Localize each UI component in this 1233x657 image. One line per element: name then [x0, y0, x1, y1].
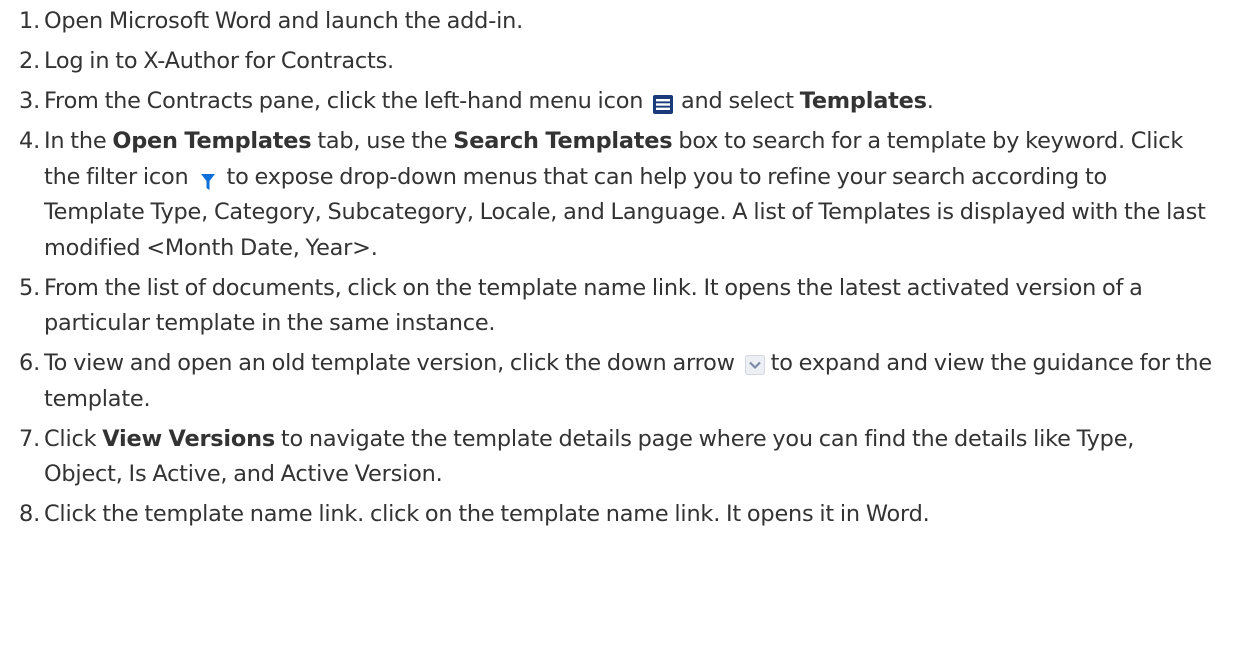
view-versions-label: View Versions	[102, 425, 275, 452]
step-text: .	[926, 88, 934, 114]
step-8: 8. Click the template name link. click on…	[0, 497, 1233, 533]
templates-label: Templates	[799, 88, 927, 114]
step-text: From the Contracts pane, click the left-…	[44, 88, 650, 114]
step-5: 5. From the list of documents, click on t…	[0, 271, 1233, 342]
step-text: Click	[44, 425, 103, 452]
step-text: Click the template name link. click on t…	[44, 501, 930, 527]
step-number: 1.	[19, 8, 40, 34]
step-text: and select	[675, 88, 800, 114]
open-templates-label: Open Templates	[112, 128, 312, 154]
step-number: 8.	[19, 501, 40, 527]
step-2: 2. Log in to X-Author for Contracts.	[0, 44, 1233, 80]
step-text: To view and open an old template version…	[44, 350, 741, 376]
instruction-steps: 1. Open Microsoft Word and launch the add…	[0, 4, 1233, 537]
step-number: 4.	[19, 128, 40, 154]
step-1: 1. Open Microsoft Word and launch the add…	[0, 4, 1233, 40]
step-text: Log in to X-Author for Contracts.	[44, 48, 394, 74]
step-4: 4. In the Open Templates tab, use the Sea…	[0, 124, 1233, 266]
step-text: From the list of documents, click on the…	[44, 274, 1143, 337]
step-number: 2.	[19, 48, 40, 74]
step-text: In the	[44, 128, 113, 154]
chevron-down-icon	[744, 351, 765, 375]
step-3: 3. From the Contracts pane, click the lef…	[0, 84, 1233, 120]
step-text: to expose drop-down menus that can help …	[44, 163, 1206, 261]
step-number: 6.	[19, 350, 40, 376]
filter-icon	[200, 166, 215, 190]
step-text: tab, use the	[311, 128, 454, 154]
step-7: 7. Click View Versions to navigate the te…	[0, 422, 1233, 493]
step-text: Open Microsoft Word and launch the add-i…	[44, 8, 524, 34]
search-templates-label: Search Templates	[453, 128, 673, 154]
step-6: 6. To view and open an old template versi…	[0, 346, 1233, 417]
step-number: 7.	[19, 425, 40, 452]
step-number: 5.	[19, 274, 40, 301]
step-number: 3.	[19, 88, 40, 114]
menu-icon	[653, 90, 674, 114]
